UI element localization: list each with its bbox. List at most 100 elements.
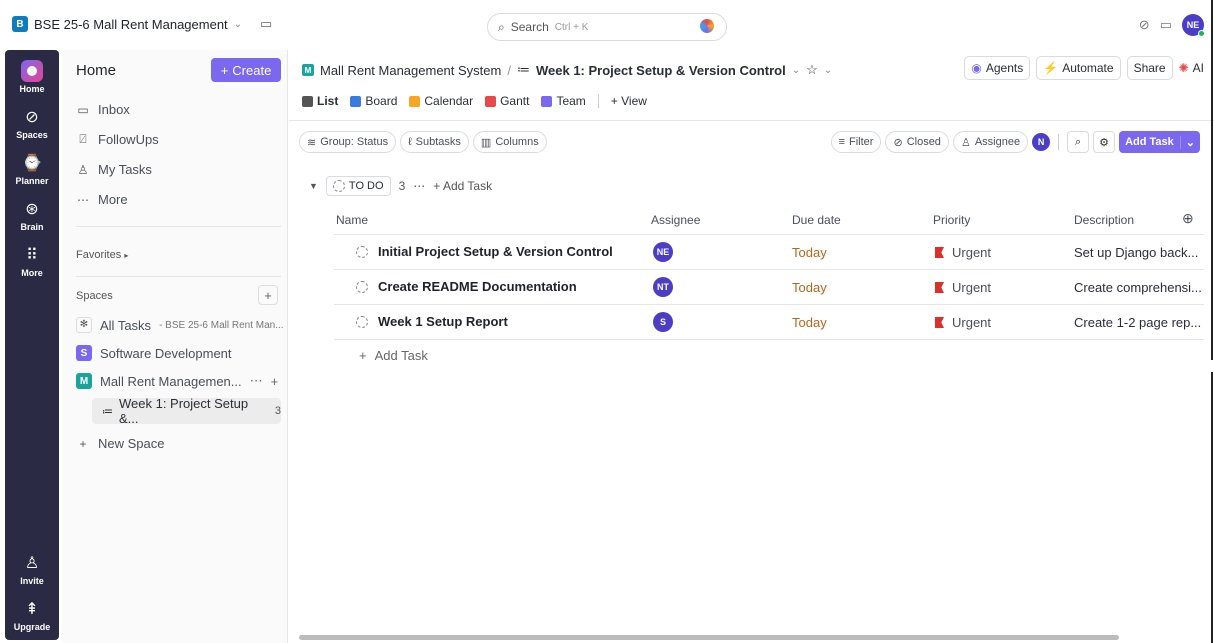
rail-planner[interactable]: ⌚ Planner — [5, 152, 59, 186]
breadcrumb: M Mall Rent Management System / ≔ Week 1… — [302, 62, 832, 78]
rail-home[interactable]: Home — [5, 60, 59, 94]
spaces-header: Spaces — [76, 290, 113, 302]
group-add-task[interactable]: + Add Task — [433, 179, 492, 193]
add-task-button[interactable]: Add Task ⌄ — [1119, 131, 1200, 153]
description[interactable]: Create 1-2 page rep... — [1074, 315, 1201, 330]
search-input[interactable]: ⌕ Search Ctrl + K — [487, 13, 727, 41]
rail-spaces[interactable]: ⊘ Spaces — [5, 106, 59, 140]
status-circle-icon[interactable] — [356, 280, 368, 293]
new-space-button[interactable]: + New Space — [76, 436, 164, 451]
table-row[interactable]: Create README Documentation NT Today Urg… — [334, 270, 1204, 305]
search-icon[interactable]: ⌕ — [1067, 131, 1090, 153]
rail-upgrade[interactable]: ⇞ Upgrade — [5, 598, 59, 632]
me-avatar[interactable]: N — [1032, 133, 1051, 151]
tab-calendar[interactable]: Calendar — [409, 94, 473, 108]
create-button[interactable]: + Create — [211, 58, 281, 82]
screen-record-icon[interactable]: ▭ — [1160, 17, 1172, 33]
table-row[interactable]: Week 1 Setup Report S Today Urgent Creat… — [334, 305, 1204, 340]
add-view-button[interactable]: + View — [611, 94, 647, 108]
inbox-icon: ▭ — [77, 102, 89, 117]
calendar-icon[interactable]: ▭ — [260, 16, 272, 32]
space-badge: M — [302, 64, 314, 76]
add-space-button[interactable]: + — [258, 285, 278, 305]
status-circle-icon[interactable] — [356, 245, 368, 258]
rail-more[interactable]: ⠿ More — [5, 244, 59, 278]
group-status-button[interactable]: ≋ Group: Status — [299, 131, 397, 153]
check-circle-icon[interactable]: ⊘ — [1139, 17, 1150, 33]
priority[interactable]: Urgent — [935, 315, 991, 330]
status-pill[interactable]: TO DO — [325, 176, 391, 196]
tab-board[interactable]: Board — [350, 94, 397, 108]
sidebar-list-week1[interactable]: ≔ Week 1: Project Setup &... 3 — [92, 396, 281, 426]
description[interactable]: Create comprehensi... — [1074, 280, 1202, 295]
ai-brain-icon[interactable] — [700, 19, 714, 33]
due-date[interactable]: Today — [792, 280, 827, 295]
ellipsis-icon[interactable]: ⋯ — [413, 179, 425, 193]
breadcrumb-space[interactable]: Mall Rent Management System — [320, 63, 501, 78]
list-icon: ≔ — [102, 405, 113, 418]
tab-team[interactable]: Team — [541, 94, 586, 108]
columns-button[interactable]: ▥ Columns — [472, 131, 547, 153]
rail-invite[interactable]: ♙ Invite — [5, 552, 59, 586]
task-name[interactable]: Week 1 Setup Report — [378, 314, 508, 329]
sidebar-item-more[interactable]: ⋯ More — [76, 192, 128, 207]
add-task-row[interactable]: + Add Task — [359, 348, 428, 363]
favorites-header[interactable]: Favorites ▸ — [76, 249, 128, 261]
rail-brain[interactable]: ⊛ Brain — [5, 198, 59, 232]
task-name[interactable]: Initial Project Setup & Version Control — [378, 244, 613, 259]
col-priority[interactable]: Priority — [933, 213, 970, 227]
tab-list[interactable]: List — [302, 94, 338, 108]
assignee-avatar[interactable]: NT — [653, 277, 673, 297]
horizontal-scrollbar[interactable] — [289, 632, 1214, 642]
star-icon[interactable]: ☆ — [806, 62, 818, 78]
col-assignee[interactable]: Assignee — [651, 213, 700, 227]
rail-more-label: More — [21, 268, 43, 278]
ellipsis-icon[interactable]: ⋯ — [250, 373, 263, 389]
ai-button[interactable]: ✺ AI — [1179, 61, 1204, 75]
status-circle-icon[interactable] — [356, 315, 368, 328]
chevron-down-icon[interactable]: ⌄ — [792, 65, 800, 76]
upgrade-icon: ⇞ — [25, 601, 39, 618]
agents-button[interactable]: ◉ Agents — [964, 56, 1031, 80]
task-name[interactable]: Create README Documentation — [378, 279, 577, 294]
planner-icon: ⌚ — [22, 155, 42, 172]
bolt-icon: ⚡ — [1043, 61, 1059, 75]
subtasks-button[interactable]: ℓ Subtasks — [400, 131, 469, 153]
sidebar-item-followups[interactable]: ⍁ FollowUps — [76, 132, 158, 147]
workspace-switcher[interactable]: B BSE 25-6 Mall Rent Management ⌄ ▭ — [12, 16, 272, 32]
add-column-icon[interactable]: ⊕ — [1182, 210, 1194, 227]
col-description[interactable]: Description — [1074, 213, 1134, 227]
filter-button[interactable]: ≡ Filter — [830, 131, 882, 153]
sidebar-item-inbox[interactable]: ▭ Inbox — [76, 102, 129, 117]
assignee-avatar[interactable]: NE — [653, 242, 673, 262]
plus-icon[interactable]: + — [271, 374, 279, 389]
share-button[interactable]: Share — [1126, 56, 1173, 80]
tab-gantt[interactable]: Gantt — [485, 94, 529, 108]
col-due-date[interactable]: Due date — [792, 213, 841, 227]
priority[interactable]: Urgent — [935, 245, 991, 260]
description[interactable]: Set up Django back... — [1074, 245, 1198, 260]
automate-button[interactable]: ⚡ Automate — [1036, 56, 1121, 80]
sidebar-item-all-tasks[interactable]: ✻ All Tasks - BSE 25-6 Mall Rent Man... — [76, 317, 284, 333]
rail-spaces-label: Spaces — [16, 130, 48, 140]
caret-down-icon[interactable]: ▼ — [309, 181, 318, 191]
assignee-avatar[interactable]: S — [653, 312, 673, 332]
space-badge: S — [76, 345, 92, 361]
settings-icon[interactable]: ⚙ — [1093, 131, 1116, 153]
user-avatar[interactable]: NE — [1182, 14, 1205, 37]
assignee-button[interactable]: ♙ Assignee — [952, 131, 1029, 153]
closed-button[interactable]: ⊘ Closed — [885, 131, 949, 153]
sidebar-item-my-tasks[interactable]: ♙ My Tasks — [76, 162, 152, 177]
table-row[interactable]: Initial Project Setup & Version Control … — [334, 235, 1204, 270]
priority[interactable]: Urgent — [935, 280, 991, 295]
sidebar-space-mall-rent[interactable]: M Mall Rent Managemen... ⋯ + — [76, 373, 278, 389]
breadcrumb-list[interactable]: Week 1: Project Setup & Version Control — [536, 63, 786, 78]
grid-icon: ⠿ — [26, 247, 38, 264]
main-content: M Mall Rent Management System / ≔ Week 1… — [289, 50, 1214, 643]
col-name[interactable]: Name — [336, 213, 368, 227]
chevron-down-icon[interactable]: ⌄ — [824, 65, 832, 76]
sidebar-space-software-development[interactable]: S Software Development — [76, 345, 232, 361]
due-date[interactable]: Today — [792, 315, 827, 330]
due-date[interactable]: Today — [792, 245, 827, 260]
user-icon: ♙ — [960, 136, 971, 149]
